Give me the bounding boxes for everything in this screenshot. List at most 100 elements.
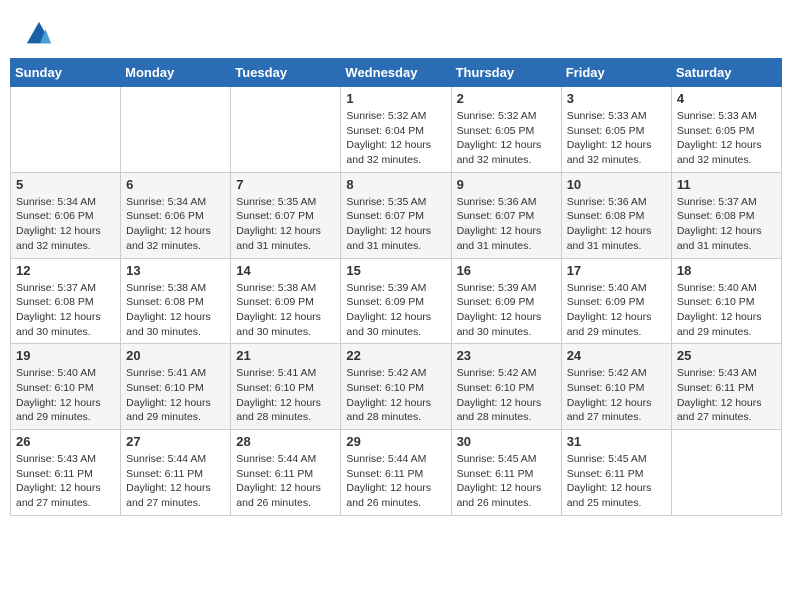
calendar-cell: 23 Sunrise: 5:42 AM Sunset: 6:10 PM Dayli… xyxy=(451,344,561,430)
calendar-cell: 11Sunrise: 5:37 AM Sunset: 6:08 PM Dayli… xyxy=(671,172,781,258)
calendar-cell: 1 Sunrise: 5:32 AM Sunset: 6:04 PM Daylig… xyxy=(341,87,451,173)
day-number: 25 xyxy=(677,348,776,363)
day-number: 8 xyxy=(346,177,445,192)
calendar-cell xyxy=(671,430,781,516)
header-day-thursday: Thursday xyxy=(451,59,561,87)
day-number: 13 xyxy=(126,263,225,278)
calendar-cell: 17Sunrise: 5:40 AM Sunset: 6:09 PM Dayli… xyxy=(561,258,671,344)
day-info: Sunrise: 5:45 AM Sunset: 6:11 PM Dayligh… xyxy=(567,452,666,511)
day-info: Sunrise: 5:33 AM Sunset: 6:05 PM Dayligh… xyxy=(567,109,666,168)
day-number: 17 xyxy=(567,263,666,278)
calendar-body: 1 Sunrise: 5:32 AM Sunset: 6:04 PM Daylig… xyxy=(11,87,782,516)
calendar-cell: 3 Sunrise: 5:33 AM Sunset: 6:05 PM Daylig… xyxy=(561,87,671,173)
header-day-saturday: Saturday xyxy=(671,59,781,87)
header-row: SundayMondayTuesdayWednesdayThursdayFrid… xyxy=(11,59,782,87)
calendar-cell: 24Sunrise: 5:42 AM Sunset: 6:10 PM Dayli… xyxy=(561,344,671,430)
calendar-cell: 12Sunrise: 5:37 AM Sunset: 6:08 PM Dayli… xyxy=(11,258,121,344)
day-info: Sunrise: 5:34 AM Sunset: 6:06 PM Dayligh… xyxy=(16,195,115,254)
calendar-cell: 19Sunrise: 5:40 AM Sunset: 6:10 PM Dayli… xyxy=(11,344,121,430)
calendar-cell: 30 Sunrise: 5:45 AM Sunset: 6:11 PM Dayli… xyxy=(451,430,561,516)
day-number: 31 xyxy=(567,434,666,449)
calendar-week-3: 12Sunrise: 5:37 AM Sunset: 6:08 PM Dayli… xyxy=(11,258,782,344)
logo xyxy=(25,20,57,48)
day-info: Sunrise: 5:32 AM Sunset: 6:05 PM Dayligh… xyxy=(457,109,556,168)
day-info: Sunrise: 5:42 AM Sunset: 6:10 PM Dayligh… xyxy=(346,366,445,425)
day-info: Sunrise: 5:39 AM Sunset: 6:09 PM Dayligh… xyxy=(346,281,445,340)
day-info: Sunrise: 5:43 AM Sunset: 6:11 PM Dayligh… xyxy=(16,452,115,511)
day-info: Sunrise: 5:35 AM Sunset: 6:07 PM Dayligh… xyxy=(346,195,445,254)
calendar-cell: 13 Sunrise: 5:38 AM Sunset: 6:08 PM Dayli… xyxy=(121,258,231,344)
calendar-cell: 25 Sunrise: 5:43 AM Sunset: 6:11 PM Dayli… xyxy=(671,344,781,430)
calendar-week-5: 26Sunrise: 5:43 AM Sunset: 6:11 PM Dayli… xyxy=(11,430,782,516)
header-day-monday: Monday xyxy=(121,59,231,87)
calendar-table: SundayMondayTuesdayWednesdayThursdayFrid… xyxy=(10,58,782,516)
day-number: 7 xyxy=(236,177,335,192)
logo-icon xyxy=(25,20,53,48)
calendar-cell: 29 Sunrise: 5:44 AM Sunset: 6:11 PM Dayli… xyxy=(341,430,451,516)
day-number: 18 xyxy=(677,263,776,278)
calendar-cell: 18 Sunrise: 5:40 AM Sunset: 6:10 PM Dayli… xyxy=(671,258,781,344)
day-info: Sunrise: 5:41 AM Sunset: 6:10 PM Dayligh… xyxy=(126,366,225,425)
calendar-cell: 21 Sunrise: 5:41 AM Sunset: 6:10 PM Dayli… xyxy=(231,344,341,430)
calendar-cell: 20Sunrise: 5:41 AM Sunset: 6:10 PM Dayli… xyxy=(121,344,231,430)
calendar-cell: 5 Sunrise: 5:34 AM Sunset: 6:06 PM Daylig… xyxy=(11,172,121,258)
calendar-cell: 8 Sunrise: 5:35 AM Sunset: 6:07 PM Daylig… xyxy=(341,172,451,258)
day-info: Sunrise: 5:38 AM Sunset: 6:09 PM Dayligh… xyxy=(236,281,335,340)
day-info: Sunrise: 5:40 AM Sunset: 6:10 PM Dayligh… xyxy=(677,281,776,340)
day-number: 28 xyxy=(236,434,335,449)
day-info: Sunrise: 5:45 AM Sunset: 6:11 PM Dayligh… xyxy=(457,452,556,511)
calendar-cell: 2 Sunrise: 5:32 AM Sunset: 6:05 PM Daylig… xyxy=(451,87,561,173)
day-info: Sunrise: 5:41 AM Sunset: 6:10 PM Dayligh… xyxy=(236,366,335,425)
calendar-cell: 14 Sunrise: 5:38 AM Sunset: 6:09 PM Dayli… xyxy=(231,258,341,344)
day-number: 24 xyxy=(567,348,666,363)
day-number: 14 xyxy=(236,263,335,278)
day-info: Sunrise: 5:39 AM Sunset: 6:09 PM Dayligh… xyxy=(457,281,556,340)
day-number: 22 xyxy=(346,348,445,363)
day-info: Sunrise: 5:40 AM Sunset: 6:10 PM Dayligh… xyxy=(16,366,115,425)
day-info: Sunrise: 5:36 AM Sunset: 6:08 PM Dayligh… xyxy=(567,195,666,254)
day-info: Sunrise: 5:42 AM Sunset: 6:10 PM Dayligh… xyxy=(457,366,556,425)
day-number: 29 xyxy=(346,434,445,449)
day-info: Sunrise: 5:37 AM Sunset: 6:08 PM Dayligh… xyxy=(16,281,115,340)
day-number: 5 xyxy=(16,177,115,192)
day-info: Sunrise: 5:32 AM Sunset: 6:04 PM Dayligh… xyxy=(346,109,445,168)
calendar-week-2: 5 Sunrise: 5:34 AM Sunset: 6:06 PM Daylig… xyxy=(11,172,782,258)
day-number: 15 xyxy=(346,263,445,278)
day-number: 2 xyxy=(457,91,556,106)
calendar-cell: 10 Sunrise: 5:36 AM Sunset: 6:08 PM Dayli… xyxy=(561,172,671,258)
calendar-cell: 22 Sunrise: 5:42 AM Sunset: 6:10 PM Dayli… xyxy=(341,344,451,430)
day-info: Sunrise: 5:44 AM Sunset: 6:11 PM Dayligh… xyxy=(346,452,445,511)
day-number: 4 xyxy=(677,91,776,106)
day-number: 30 xyxy=(457,434,556,449)
calendar-header: SundayMondayTuesdayWednesdayThursdayFrid… xyxy=(11,59,782,87)
calendar-cell: 31 Sunrise: 5:45 AM Sunset: 6:11 PM Dayli… xyxy=(561,430,671,516)
calendar-cell: 7 Sunrise: 5:35 AM Sunset: 6:07 PM Daylig… xyxy=(231,172,341,258)
day-number: 21 xyxy=(236,348,335,363)
calendar-cell xyxy=(121,87,231,173)
day-info: Sunrise: 5:36 AM Sunset: 6:07 PM Dayligh… xyxy=(457,195,556,254)
calendar-cell: 9 Sunrise: 5:36 AM Sunset: 6:07 PM Daylig… xyxy=(451,172,561,258)
day-info: Sunrise: 5:43 AM Sunset: 6:11 PM Dayligh… xyxy=(677,366,776,425)
day-info: Sunrise: 5:44 AM Sunset: 6:11 PM Dayligh… xyxy=(236,452,335,511)
day-info: Sunrise: 5:35 AM Sunset: 6:07 PM Dayligh… xyxy=(236,195,335,254)
calendar-cell: 4Sunrise: 5:33 AM Sunset: 6:05 PM Daylig… xyxy=(671,87,781,173)
day-info: Sunrise: 5:34 AM Sunset: 6:06 PM Dayligh… xyxy=(126,195,225,254)
calendar-cell: 28 Sunrise: 5:44 AM Sunset: 6:11 PM Dayli… xyxy=(231,430,341,516)
day-info: Sunrise: 5:38 AM Sunset: 6:08 PM Dayligh… xyxy=(126,281,225,340)
calendar-cell xyxy=(231,87,341,173)
day-info: Sunrise: 5:37 AM Sunset: 6:08 PM Dayligh… xyxy=(677,195,776,254)
calendar-week-1: 1 Sunrise: 5:32 AM Sunset: 6:04 PM Daylig… xyxy=(11,87,782,173)
page-header xyxy=(10,10,782,53)
day-number: 16 xyxy=(457,263,556,278)
calendar-cell: 15 Sunrise: 5:39 AM Sunset: 6:09 PM Dayli… xyxy=(341,258,451,344)
header-day-friday: Friday xyxy=(561,59,671,87)
header-day-wednesday: Wednesday xyxy=(341,59,451,87)
day-number: 23 xyxy=(457,348,556,363)
header-day-tuesday: Tuesday xyxy=(231,59,341,87)
calendar-week-4: 19Sunrise: 5:40 AM Sunset: 6:10 PM Dayli… xyxy=(11,344,782,430)
day-info: Sunrise: 5:44 AM Sunset: 6:11 PM Dayligh… xyxy=(126,452,225,511)
day-number: 10 xyxy=(567,177,666,192)
day-number: 3 xyxy=(567,91,666,106)
day-number: 9 xyxy=(457,177,556,192)
day-number: 1 xyxy=(346,91,445,106)
